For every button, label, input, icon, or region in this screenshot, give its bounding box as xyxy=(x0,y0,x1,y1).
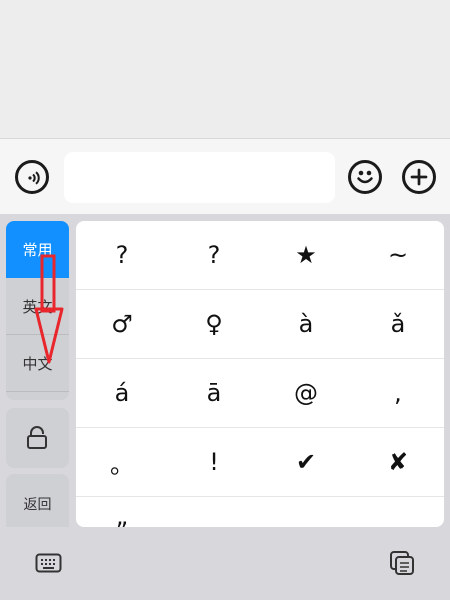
category-tabs: 常用 英文 中文 xyxy=(6,221,69,400)
tab-english[interactable]: 英文 xyxy=(6,278,69,335)
symbol-key[interactable]: ✔ xyxy=(260,428,352,497)
symbol-key[interactable]: 。 xyxy=(76,428,168,497)
back-button[interactable]: 返回 xyxy=(6,474,69,534)
screen: 常用 英文 中文 返回 ? ? ★ ~ ♂ ♀ à ǎ á ā @ , 。 ! … xyxy=(0,0,450,600)
tab-common[interactable]: 常用 xyxy=(6,221,69,278)
more-button[interactable] xyxy=(402,160,436,194)
message-input[interactable] xyxy=(64,152,335,203)
emoji-button[interactable] xyxy=(348,160,382,194)
symbol-key[interactable]: ♀ xyxy=(168,290,260,359)
symbol-key[interactable]: ! xyxy=(168,428,260,497)
lock-button[interactable] xyxy=(6,408,69,468)
plus-icon xyxy=(410,168,428,186)
symbol-key[interactable]: , xyxy=(352,359,444,428)
voice-waves-icon xyxy=(28,171,40,185)
symbol-key[interactable]: á xyxy=(76,359,168,428)
symbol-key[interactable]: ā xyxy=(168,359,260,428)
tab-chinese[interactable]: 中文 xyxy=(6,335,69,392)
symbol-key[interactable]: ★ xyxy=(260,221,352,290)
symbol-key[interactable]: à xyxy=(260,290,352,359)
chat-area xyxy=(0,0,450,138)
symbol-key[interactable]: ✘ xyxy=(352,428,444,497)
lock-icon xyxy=(27,426,47,449)
symbol-key[interactable]: ” xyxy=(76,497,168,527)
input-bar xyxy=(0,138,450,215)
symbol-grid: ? ? ★ ~ ♂ ♀ à ǎ á ā @ , 。 ! ✔ ✘ ” xyxy=(76,221,444,527)
symbol-keyboard: 常用 英文 中文 返回 ? ? ★ ~ ♂ ♀ à ǎ á ā @ , 。 ! … xyxy=(0,214,450,600)
voice-button[interactable] xyxy=(15,160,49,194)
symbol-key[interactable]: ♂ xyxy=(76,290,168,359)
symbol-key[interactable]: ? xyxy=(76,221,168,290)
copy-icon[interactable] xyxy=(389,550,415,575)
symbol-key[interactable]: ~ xyxy=(352,221,444,290)
symbol-key[interactable]: @ xyxy=(260,359,352,428)
keyboard-icon[interactable] xyxy=(35,553,62,573)
symbol-key[interactable]: ? xyxy=(168,221,260,290)
symbol-panel: ? ? ★ ~ ♂ ♀ à ǎ á ā @ , 。 ! ✔ ✘ ” xyxy=(76,221,444,527)
symbol-key[interactable]: ǎ xyxy=(352,290,444,359)
keyboard-toolbar xyxy=(0,527,450,600)
smile-icon xyxy=(357,170,373,184)
